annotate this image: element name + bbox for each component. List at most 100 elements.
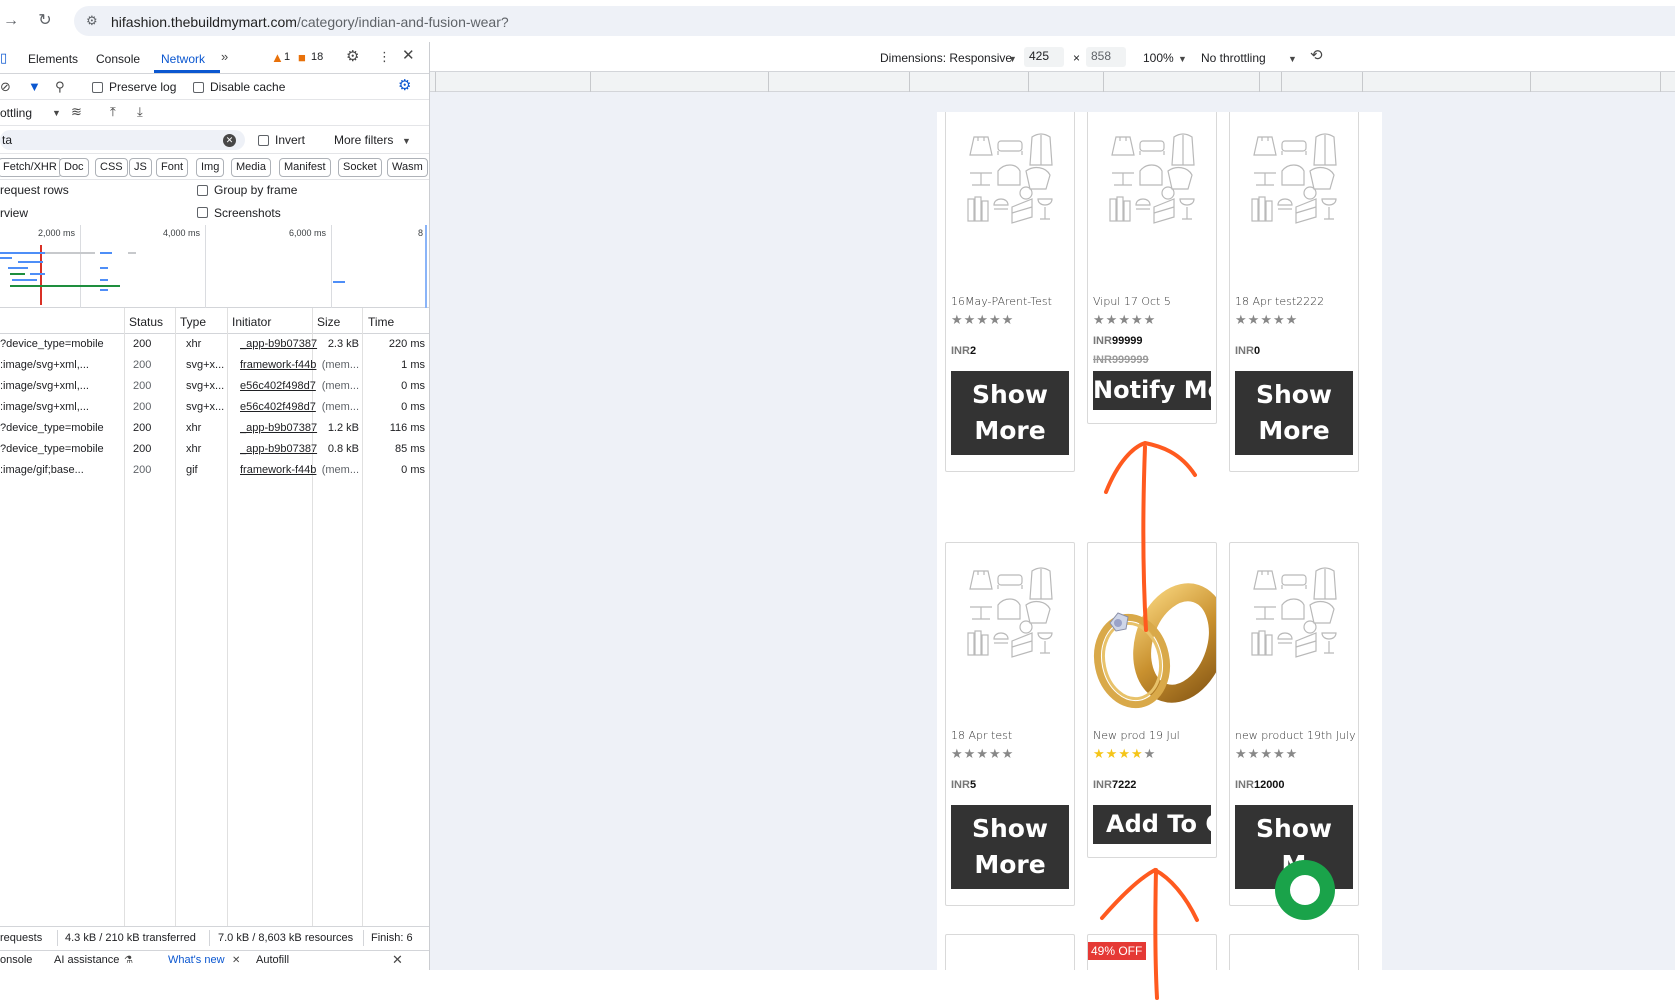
table-row[interactable]: :image/svg+xml,... 200 svg+x... framework-f… bbox=[0, 355, 429, 375]
rotate-icon[interactable]: ⟲ bbox=[1310, 48, 1323, 63]
column-initiator[interactable]: Initiator bbox=[232, 315, 271, 329]
close-drawer-icon[interactable]: ✕ bbox=[392, 953, 403, 967]
product-card-partial[interactable] bbox=[945, 934, 1075, 974]
product-card[interactable]: 18 Apr test ★★★★★ INR5 Show More bbox=[945, 542, 1075, 906]
tab-network[interactable]: Network bbox=[161, 52, 205, 66]
chevron-down-icon[interactable]: ▼ bbox=[1178, 52, 1187, 66]
tab-elements[interactable]: Elements bbox=[28, 52, 78, 66]
chip-fetch-xhr[interactable]: Fetch/XHR bbox=[0, 158, 62, 177]
media-query-ruler[interactable] bbox=[430, 72, 1675, 92]
table-row[interactable]: :image/svg+xml,... 200 svg+x... e56c402f498… bbox=[0, 397, 429, 417]
device-toggle-icon[interactable]: ▯ bbox=[0, 51, 7, 65]
drawer-tab-whats-new[interactable]: What's new bbox=[168, 954, 225, 966]
throttling-select[interactable]: ottling bbox=[0, 106, 32, 120]
search-icon[interactable]: ⚲ bbox=[55, 80, 65, 94]
filter-icon[interactable]: ▼ bbox=[28, 80, 41, 94]
table-row[interactable]: :image/gif;base... 200 gif framework-f44b (m… bbox=[0, 460, 429, 480]
chip-wasm[interactable]: Wasm bbox=[387, 158, 428, 177]
clear-log-icon[interactable]: ⊘ bbox=[0, 80, 11, 94]
product-name[interactable]: new product 19th July bbox=[1235, 729, 1356, 742]
product-card[interactable]: new product 19th July★★★★★INR12000ShowM bbox=[1229, 542, 1359, 906]
tab-console[interactable]: Console bbox=[96, 52, 140, 66]
drawer-tab-ai-assistance[interactable]: AI assistance bbox=[54, 954, 119, 966]
chevron-down-icon[interactable]: ▼ bbox=[52, 106, 61, 120]
settings-gear-icon[interactable]: ⚙ bbox=[346, 49, 359, 64]
show-more-button[interactable]: Show More bbox=[1235, 371, 1353, 455]
throttle-select[interactable]: No throttling bbox=[1201, 51, 1266, 65]
show-more-button[interactable]: Show More bbox=[951, 805, 1069, 889]
export-har-icon[interactable]: ⤓ bbox=[137, 105, 143, 119]
show-more-button[interactable]: Show More bbox=[951, 371, 1069, 455]
request-initiator[interactable]: framework-f44b bbox=[240, 464, 322, 476]
chip-manifest[interactable]: Manifest bbox=[279, 158, 331, 177]
chip-css[interactable]: CSS bbox=[95, 158, 128, 177]
url-text[interactable]: hifashion.thebuildmymart.com/category/in… bbox=[111, 14, 509, 30]
product-image[interactable] bbox=[1088, 112, 1216, 289]
request-initiator[interactable]: _app-b9b07387 bbox=[240, 338, 322, 350]
notify-me-button[interactable]: Notify Me! bbox=[1093, 371, 1211, 410]
height-input[interactable]: 858 bbox=[1086, 47, 1126, 67]
request-initiator[interactable]: e56c402f498d7 bbox=[240, 380, 322, 392]
drawer-tab-console[interactable]: onsole bbox=[0, 954, 32, 966]
product-image[interactable] bbox=[1230, 112, 1358, 289]
site-info-icon[interactable]: ⚙ bbox=[86, 13, 102, 29]
close-tab-icon[interactable]: ✕ bbox=[232, 954, 240, 968]
product-card[interactable]: 18 Apr test2222 ★★★★★ INR0 Show More bbox=[1229, 112, 1359, 472]
warning-icon[interactable]: ▲ bbox=[271, 51, 284, 65]
overview-selection-handle[interactable] bbox=[425, 225, 427, 308]
kebab-menu-icon[interactable]: ⋮ bbox=[378, 50, 391, 64]
product-card[interactable]: New prod 19 Jul★★★★★INR7222Add To C bbox=[1087, 542, 1217, 858]
issues-icon[interactable]: ■ bbox=[298, 51, 306, 65]
more-tabs-icon[interactable]: » bbox=[221, 50, 228, 64]
request-initiator[interactable]: e56c402f498d7 bbox=[240, 401, 322, 413]
disable-cache-checkbox[interactable] bbox=[193, 82, 204, 93]
network-settings-icon[interactable]: ⚙ bbox=[398, 78, 411, 93]
chevron-down-icon[interactable]: ▼ bbox=[1008, 52, 1017, 66]
product-image[interactable] bbox=[946, 543, 1074, 723]
chip-media[interactable]: Media bbox=[231, 158, 271, 177]
chevron-down-icon[interactable]: ▼ bbox=[402, 134, 411, 148]
column-time[interactable]: Time bbox=[368, 315, 394, 329]
clear-filter-icon[interactable]: ✕ bbox=[223, 134, 236, 147]
product-card-partial[interactable] bbox=[1087, 934, 1217, 974]
chip-doc[interactable]: Doc bbox=[59, 158, 89, 177]
table-row[interactable]: ?device_type=mobile 200 xhr _app-b9b07387 2.… bbox=[0, 334, 429, 354]
chip-font[interactable]: Font bbox=[156, 158, 189, 177]
invert-checkbox[interactable] bbox=[258, 135, 269, 146]
request-initiator[interactable]: _app-b9b07387 bbox=[240, 443, 322, 455]
import-har-icon[interactable]: ⤒ bbox=[110, 105, 116, 119]
request-initiator[interactable]: _app-b9b07387 bbox=[240, 422, 322, 434]
product-image[interactable] bbox=[1088, 543, 1216, 723]
product-card[interactable]: 16May-PArent-Test ★★★★★ INR2 Show More bbox=[945, 112, 1075, 472]
network-overview[interactable]: 2,000 ms 4,000 ms 6,000 ms 8 bbox=[0, 225, 429, 308]
product-name[interactable]: 16May-PArent-Test bbox=[951, 295, 1052, 308]
column-type[interactable]: Type bbox=[180, 315, 206, 329]
add-to-cart-button[interactable]: Add To C bbox=[1093, 805, 1211, 844]
chat-widget-button[interactable] bbox=[1275, 860, 1335, 920]
table-row[interactable]: ?device_type=mobile 200 xhr _app-b9b07387 0.… bbox=[0, 439, 429, 459]
chip-js[interactable]: JS bbox=[129, 158, 152, 177]
screenshots-checkbox[interactable] bbox=[197, 207, 208, 218]
close-devtools-icon[interactable]: ✕ bbox=[402, 48, 415, 63]
column-size[interactable]: Size bbox=[317, 315, 340, 329]
product-name[interactable]: New prod 19 Jul bbox=[1093, 729, 1180, 742]
filter-input[interactable] bbox=[0, 130, 245, 150]
table-row[interactable]: ?device_type=mobile 200 xhr _app-b9b07387 1.… bbox=[0, 418, 429, 438]
product-name[interactable]: Vipul 17 Oct 5 bbox=[1093, 295, 1171, 308]
more-filters-button[interactable]: More filters bbox=[334, 133, 393, 147]
group-by-frame-checkbox[interactable] bbox=[197, 185, 208, 196]
product-image[interactable] bbox=[946, 112, 1074, 289]
reload-icon[interactable]: ↻ bbox=[34, 10, 56, 32]
column-status[interactable]: Status bbox=[129, 315, 163, 329]
product-name[interactable]: 18 Apr test bbox=[951, 729, 1012, 742]
product-card[interactable]: Vipul 17 Oct 5 ★★★★★ INR99999 INR999999 Noti… bbox=[1087, 112, 1217, 424]
request-initiator[interactable]: framework-f44b bbox=[240, 359, 322, 371]
dimensions-select[interactable]: Dimensions: Responsive bbox=[880, 51, 1012, 65]
back-arrow-icon[interactable]: → bbox=[0, 10, 22, 32]
product-name[interactable]: 18 Apr test2222 bbox=[1235, 295, 1324, 308]
product-image[interactable] bbox=[1230, 543, 1358, 723]
zoom-select[interactable]: 100% bbox=[1143, 51, 1174, 65]
chip-img[interactable]: Img bbox=[196, 158, 225, 177]
table-row[interactable]: :image/svg+xml,... 200 svg+x... e56c402f498… bbox=[0, 376, 429, 396]
preserve-log-checkbox[interactable] bbox=[92, 82, 103, 93]
